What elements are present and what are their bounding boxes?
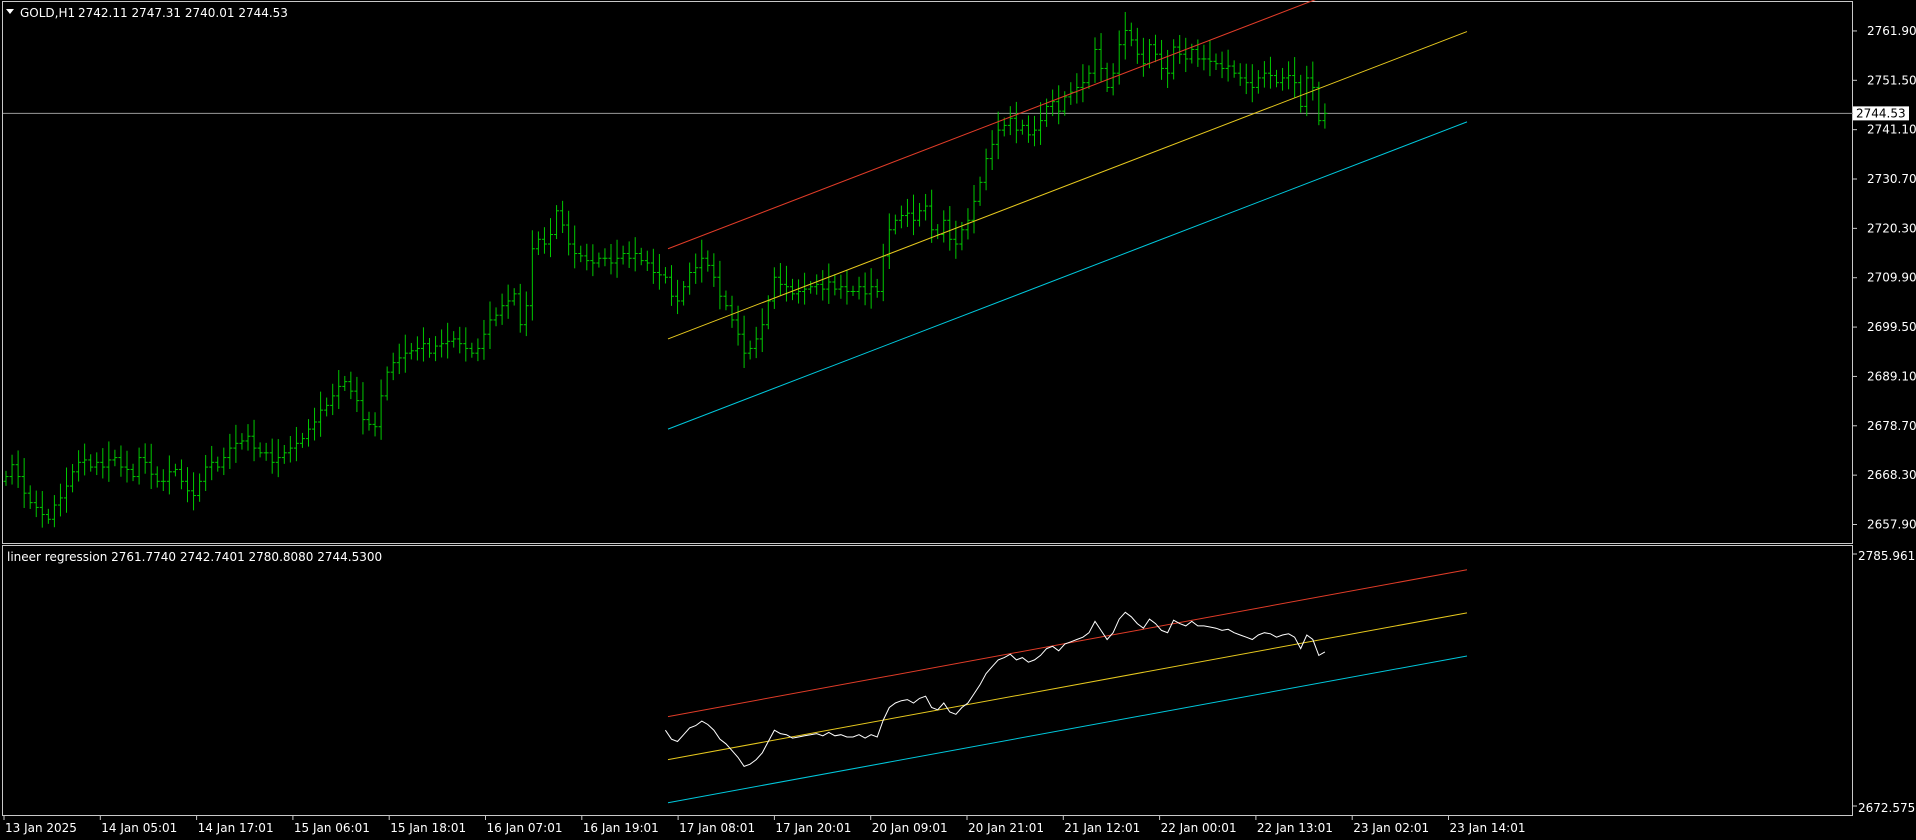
current-price-text: 2744.53 (1856, 106, 1906, 120)
price-axis: 2761.90 2751.50 2741.10 2730.70 2720.30 2709.… (1853, 24, 1916, 531)
price-tick-label: 2730.70 (1867, 172, 1916, 186)
channel-lower-line (667, 121, 1468, 430)
ohlc-values: 2742.11 2747.31 2740.01 2744.53 (78, 6, 288, 20)
price-tick-label: 2699.50 (1867, 320, 1916, 334)
indicator-axis-bottom-label: 2672.5757 (1858, 801, 1916, 815)
indicator-label: lineer regression 2761.7740 2742.7401 27… (7, 550, 382, 564)
candle-series (3, 11, 1328, 528)
time-tick-label: 20 Jan 09:01 (872, 821, 948, 835)
price-tick-label: 2761.90 (1867, 24, 1916, 38)
time-tick-label: 17 Jan 08:01 (679, 821, 755, 835)
time-tick-label: 22 Jan 13:01 (1257, 821, 1333, 835)
dropdown-triangle-icon[interactable] (6, 9, 14, 14)
time-tick-label: 23 Jan 02:01 (1353, 821, 1429, 835)
price-tick-label: 2668.30 (1867, 468, 1916, 482)
indicator-close-polyline (664, 611, 1326, 768)
time-tick-label: 21 Jan 12:01 (1064, 821, 1140, 835)
price-tick-label: 2751.50 (1867, 73, 1916, 87)
time-axis: 13 Jan 2025 14 Jan 05:01 14 Jan 17:01 15 Ja… (3, 815, 1526, 835)
price-tick-label: 2678.70 (1867, 419, 1916, 433)
time-tick-label: 23 Jan 14:01 (1450, 821, 1526, 835)
time-tick-label: 15 Jan 06:01 (294, 821, 370, 835)
time-tick-label: 15 Jan 18:01 (390, 821, 466, 835)
price-tick-label: 2720.30 (1867, 221, 1916, 235)
regression-channel-main (667, 0, 1468, 430)
regression-channel-indicator (667, 569, 1468, 804)
time-tick-label: 14 Jan 05:01 (101, 821, 177, 835)
price-tick-label: 2741.10 (1867, 123, 1916, 137)
time-tick-label: 17 Jan 20:01 (775, 821, 851, 835)
time-tick-label: 13 Jan 2025 (5, 821, 77, 835)
main-panel-frame (2, 1, 1853, 544)
time-tick-label: 22 Jan 00:01 (1161, 821, 1237, 835)
time-tick-label: 20 Jan 21:01 (968, 821, 1044, 835)
ind-lower-line (667, 655, 1468, 804)
price-tick-label: 2689.10 (1867, 369, 1916, 383)
price-tick-label: 2709.90 (1867, 271, 1916, 285)
indicator-axis-top-label: 2785.9619 (1858, 549, 1916, 563)
indicator-panel-frame (2, 545, 1853, 816)
time-tick-label: 16 Jan 07:01 (487, 821, 563, 835)
time-tick-label: 14 Jan 17:01 (198, 821, 274, 835)
channel-upper-line (667, 0, 1316, 250)
symbol-label: GOLD,H1 (20, 6, 75, 20)
channel-middle-line (667, 31, 1468, 340)
ind-middle-line (667, 612, 1468, 761)
indicator-axis (1853, 553, 1857, 807)
trading-chart[interactable]: 2761.90 2751.50 2741.10 2730.70 2720.30 2709.… (0, 0, 1916, 840)
time-tick-label: 16 Jan 19:01 (583, 821, 659, 835)
price-tick-label: 2657.90 (1867, 517, 1916, 531)
indicator-close-line (664, 611, 1326, 768)
